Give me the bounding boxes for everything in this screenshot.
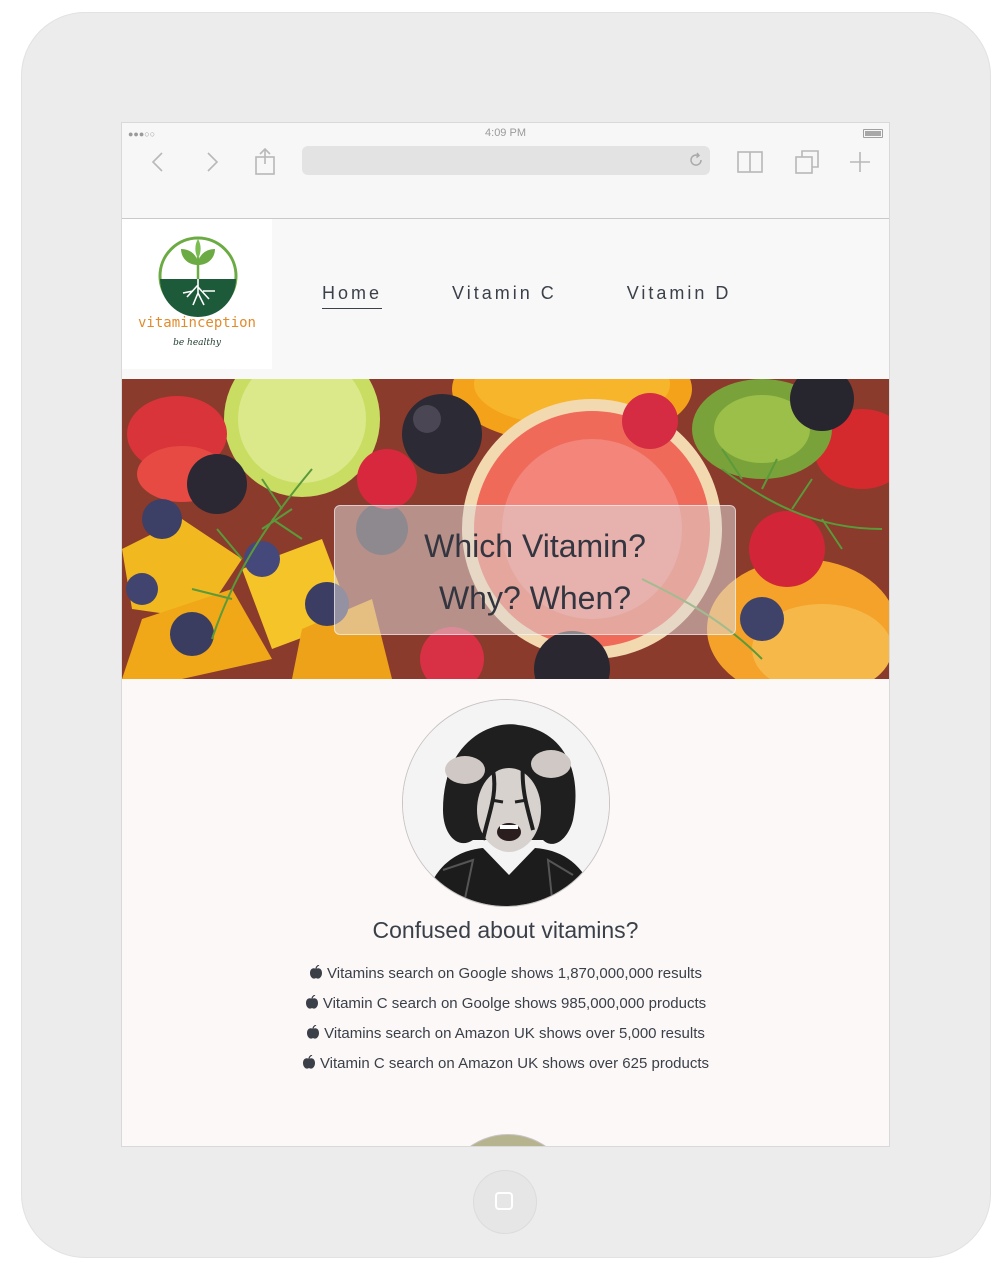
apple-icon (307, 1025, 320, 1039)
site-logo[interactable]: vitaminception be healthy (122, 219, 272, 369)
tabs-button[interactable] (792, 147, 822, 177)
fact-item: Vitamin C search on Goolge shows 985,000… (122, 989, 889, 1019)
fact-item: Vitamin C search on Amazon UK shows over… (122, 1049, 889, 1079)
nav-link-vitamin-d[interactable]: Vitamin D (627, 283, 732, 309)
tabs-icon (795, 150, 819, 174)
hero-text-card: Which Vitamin? Why? When? (334, 505, 736, 635)
home-square-icon (495, 1192, 513, 1210)
apple-icon (305, 995, 318, 1009)
book-icon (737, 151, 763, 173)
nav-link-home[interactable]: Home (322, 283, 383, 309)
confused-woman-photo (402, 699, 610, 907)
apple-icon (310, 965, 323, 979)
share-icon (255, 148, 275, 175)
browser-toolbar: ●●●○○ 4:09 PM (122, 123, 889, 219)
fact-item: Vitamins search on Google shows 1,870,00… (122, 959, 889, 989)
hero-heading-line-1: Which Vitamin? (424, 528, 646, 564)
apple-icon (302, 1055, 315, 1069)
share-button[interactable] (250, 147, 280, 177)
battery-icon (863, 129, 883, 138)
logo-wordmark: vitaminception (137, 315, 256, 331)
chevron-left-icon (151, 152, 163, 172)
device-home-button[interactable] (473, 1170, 537, 1234)
fact-text: Vitamin C search on Amazon UK shows over… (319, 1055, 710, 1072)
fact-text: Vitamins search on Amazon UK shows over … (324, 1025, 705, 1042)
fact-text: Vitamin C search on Goolge shows 985,000… (322, 995, 707, 1012)
fact-item: Vitamins search on Amazon UK shows over … (122, 1019, 889, 1049)
reload-button[interactable] (688, 152, 704, 173)
bookmarks-button[interactable] (735, 147, 765, 177)
forward-button[interactable] (197, 147, 227, 177)
next-section-image (442, 1134, 574, 1146)
tablet-screen: ●●●○○ 4:09 PM vitaminception be healthy … (121, 122, 890, 1147)
address-bar[interactable] (302, 146, 710, 175)
chevron-right-icon (207, 152, 219, 172)
logo-tagline: be healthy (173, 338, 221, 348)
plus-icon (850, 152, 870, 172)
section-heading: Confused about vitamins? (372, 917, 639, 943)
new-tab-button[interactable] (845, 147, 875, 177)
site-header: vitaminception be healthy Home Vitamin C… (122, 219, 889, 379)
nav-link-vitamin-c[interactable]: Vitamin C (452, 283, 557, 309)
reload-icon (690, 152, 702, 166)
hero-banner: Which Vitamin? Why? When? (122, 379, 889, 679)
status-time: 4:09 PM (485, 127, 526, 139)
fact-text: Vitamins search on Google shows 1,870,00… (327, 965, 702, 982)
facts-list: Vitamins search on Google shows 1,870,00… (122, 959, 889, 1079)
sprout-logo-icon (158, 236, 238, 317)
back-button[interactable] (143, 147, 173, 177)
portrait-image (403, 700, 609, 906)
hero-heading-line-2: Why? When? (438, 580, 632, 616)
main-nav: Home Vitamin C Vitamin D (322, 283, 801, 309)
